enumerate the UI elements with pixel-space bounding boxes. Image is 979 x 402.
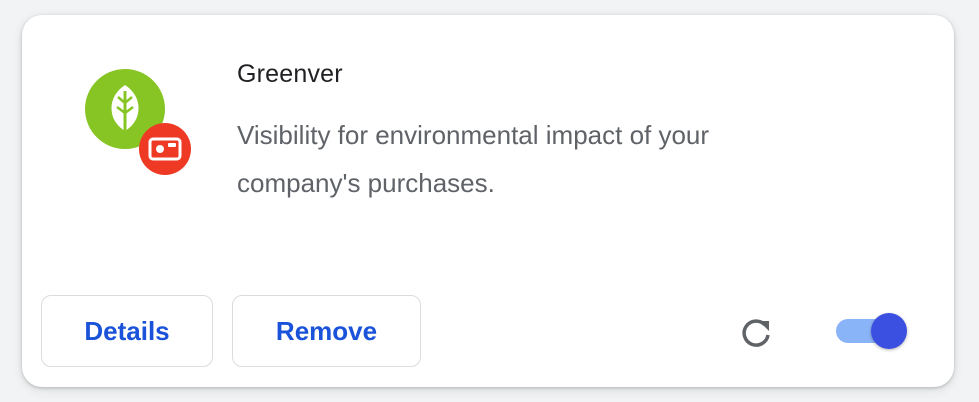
extension-description: Visibility for environmental impact of y… [237, 120, 710, 198]
extension-card: Greenver Visibility for environmental im… [22, 15, 954, 387]
reload-icon[interactable] [736, 313, 776, 353]
camera-badge-icon [139, 123, 191, 175]
toggle-knob [871, 313, 907, 349]
enable-toggle[interactable] [834, 313, 910, 349]
extension-name: Greenver [237, 60, 343, 88]
extension-icon [85, 69, 195, 179]
remove-button[interactable]: Remove [232, 295, 421, 367]
details-button[interactable]: Details [41, 295, 213, 367]
